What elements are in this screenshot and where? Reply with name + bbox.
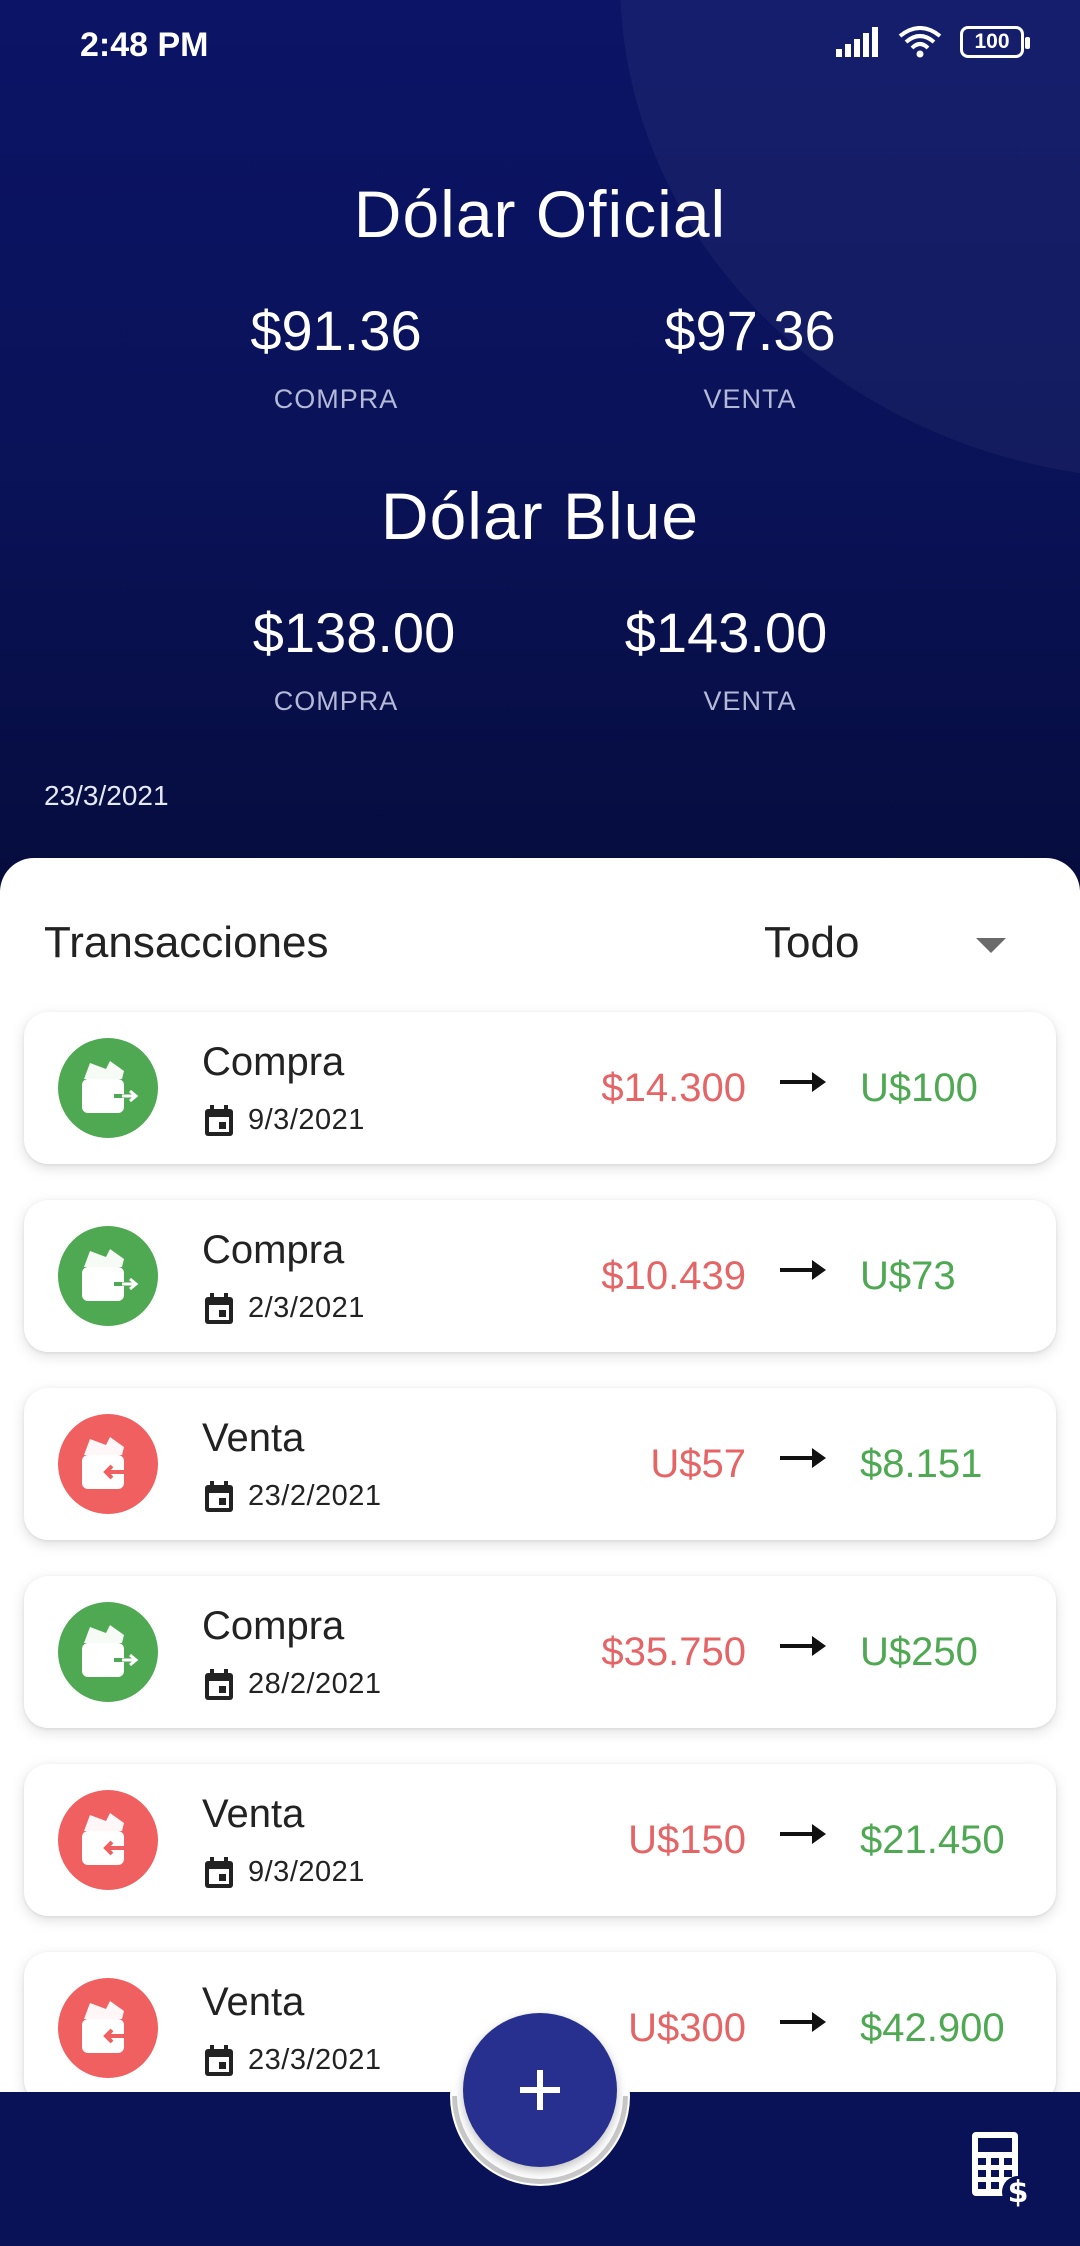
status-icons: 100 [836,26,1030,58]
transaction-date: 9/3/2021 [248,1104,365,1136]
battery-icon: 100 [960,26,1030,58]
transaction-from-amount: $10.439 [601,1254,746,1298]
filter-selected-value: Todo [764,918,860,967]
transaction-date-row: 9/3/2021 [204,1104,365,1137]
transaction-type-badge [58,1226,158,1326]
transaction-card[interactable]: Venta 23/2/2021 U$57 $8.151 [24,1388,1056,1540]
transaction-date-row: 2/3/2021 [204,1292,365,1325]
transaction-date: 9/3/2021 [248,1856,365,1888]
arrow-right-icon [780,2012,826,2032]
rates-date: 23/3/2021 [44,780,169,811]
app-screen: 2:48 PM 100 Dólar Oficial $91.36 COMPRA … [0,0,1080,2246]
transaction-arrow [780,1634,828,1663]
caret-down-icon [976,938,1006,953]
rates-header: 2:48 PM 100 Dólar Oficial $91.36 COMPRA … [0,0,1080,900]
transaction-to-amount: U$250 [860,1630,978,1674]
transaction-arrow [780,1070,828,1099]
oficial-sell-value: $97.36 [664,299,836,362]
transaction-from-amount: U$57 [650,1442,746,1486]
transaction-type-badge [58,1978,158,2078]
transaction-date-row: 28/2/2021 [204,1668,382,1701]
transaction-arrow [780,1446,828,1475]
arrow-right-icon [780,1636,826,1656]
calendar-icon [205,1292,233,1324]
transaction-type: Compra [202,1040,345,1084]
transaction-to-amount: $21.450 [860,1818,1005,1862]
signal-icon [836,27,878,57]
arrow-right-icon [780,1072,826,1092]
wifi-icon [898,26,942,58]
transaction-date-row: 23/3/2021 [204,2044,382,2077]
transaction-to-amount: $42.900 [860,2006,1005,2050]
arrow-right-icon [780,1824,826,1844]
transaction-date-row: 23/2/2021 [204,1480,382,1513]
oficial-buy-value: $91.36 [250,299,422,362]
calculator-dollar-icon: $ [972,2132,1034,2210]
transaction-from-amount: U$300 [628,2006,746,2050]
wallet-out-icon [82,1625,139,1677]
transaction-to-amount: U$100 [860,1066,978,1110]
transaction-type: Venta [202,1416,305,1460]
transaction-type-badge [58,1038,158,1138]
transaction-arrow [780,2010,828,2039]
transaction-type-badge [58,1790,158,1890]
calendar-icon [205,1668,233,1700]
transaction-from-amount: U$150 [628,1818,746,1862]
transaction-to-amount: $8.151 [860,1442,983,1486]
arrow-right-icon [780,1448,826,1468]
oficial-sell-label: VENTA [703,384,797,414]
transaction-from-amount: $14.300 [601,1066,746,1110]
transaction-type: Venta [202,1792,305,1836]
calendar-icon [205,1104,233,1136]
oficial-buy-label: COMPRA [273,384,399,414]
status-bar: 2:48 PM 100 [0,0,1080,92]
calendar-icon [205,2044,233,2076]
transaction-from-amount: $35.750 [601,1630,746,1674]
svg-text:$: $ [1008,2175,1029,2210]
blue-sell-label: VENTA [703,686,797,716]
transaction-arrow [780,1258,828,1287]
transaction-card[interactable]: Compra 9/3/2021 $14.300 U$100 [24,1012,1056,1164]
transaction-type-badge [58,1414,158,1514]
transaction-date-row: 9/3/2021 [204,1856,365,1889]
wallet-in-icon [82,2001,126,2053]
wallet-out-icon [82,1249,139,1301]
transaction-card[interactable]: Venta 9/3/2021 U$150 $21.450 [24,1764,1056,1916]
blue-buy-label: COMPRA [273,686,399,716]
transaction-to-amount: U$73 [860,1254,956,1298]
calendar-icon [205,1480,233,1512]
calculator-button[interactable]: $ [968,2130,1036,2210]
transaction-type: Compra [202,1228,345,1272]
blue-sell-value: $143.00 [624,601,828,664]
transaction-type: Compra [202,1604,345,1648]
transactions-title: Transacciones [44,918,329,967]
transaction-arrow [780,1822,828,1851]
wallet-in-icon [82,1437,126,1489]
plus-icon [520,2070,560,2110]
wallet-out-icon [82,1061,139,1113]
transaction-type-badge [58,1602,158,1702]
wallet-in-icon [82,1813,126,1865]
rate-title-oficial: Dólar Oficial [353,177,727,251]
transaction-date: 28/2/2021 [248,1668,382,1700]
rate-title-blue: Dólar Blue [380,479,700,553]
transaction-card[interactable]: Compra 2/3/2021 $10.439 U$73 [24,1200,1056,1352]
transaction-filter-dropdown[interactable]: Todo [764,912,1024,972]
add-transaction-button[interactable] [463,2013,617,2167]
blue-buy-value: $138.00 [252,601,456,664]
arrow-right-icon [780,1260,826,1280]
transaction-date: 2/3/2021 [248,1292,365,1324]
calendar-icon [205,1856,233,1888]
transaction-card[interactable]: Compra 28/2/2021 $35.750 U$250 [24,1576,1056,1728]
transaction-type: Venta [202,1980,305,2024]
transaction-date: 23/3/2021 [248,2044,382,2076]
transaction-date: 23/2/2021 [248,1480,382,1512]
status-time: 2:48 PM [80,26,209,64]
